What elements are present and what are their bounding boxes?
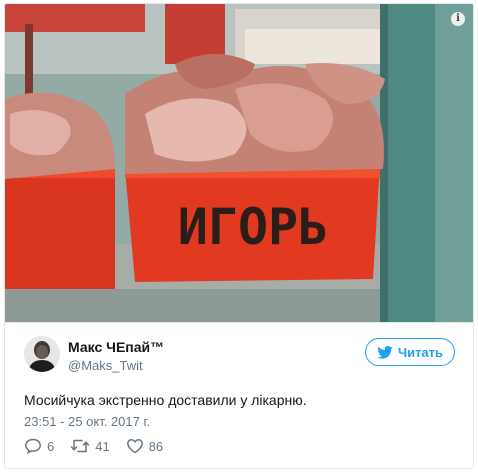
tweet-actions: 6 41 86: [24, 436, 179, 456]
reply-icon: [25, 438, 41, 454]
reply-action[interactable]: 6: [24, 438, 54, 454]
tweet-timestamp[interactable]: 23:51 - 25 окт. 2017 г.: [24, 414, 150, 429]
info-icon[interactable]: i: [451, 12, 465, 26]
avatar-image: [24, 336, 60, 372]
like-action[interactable]: 86: [126, 438, 163, 454]
like-icon: [126, 439, 143, 454]
twitter-bird-icon: [377, 345, 393, 359]
market-meat-photo: ИГОРЬ: [5, 4, 473, 322]
photo-divider: [5, 322, 473, 323]
tweet-text: Мосийчука экстренно доставили у лікарню.: [24, 392, 307, 408]
retweet-icon: [70, 439, 90, 453]
like-count: 86: [148, 438, 164, 454]
retweet-action[interactable]: 41: [70, 438, 110, 454]
avatar[interactable]: [24, 336, 60, 372]
author-handle[interactable]: @Maks_Twit: [68, 358, 143, 373]
follow-label: Читать: [397, 344, 444, 360]
retweet-count: 41: [95, 438, 110, 454]
follow-button[interactable]: Читать: [365, 338, 455, 366]
embedded-tweet-card: ИГОРЬ i Макс ЧЕпай™ @Maks_Twit Читать Мо…: [4, 3, 474, 469]
crate-text: ИГОРЬ: [178, 198, 329, 256]
author-name[interactable]: Макс ЧЕпай™: [68, 339, 164, 355]
tweet-photo[interactable]: ИГОРЬ i: [5, 4, 473, 322]
reply-count: 6: [47, 438, 55, 454]
